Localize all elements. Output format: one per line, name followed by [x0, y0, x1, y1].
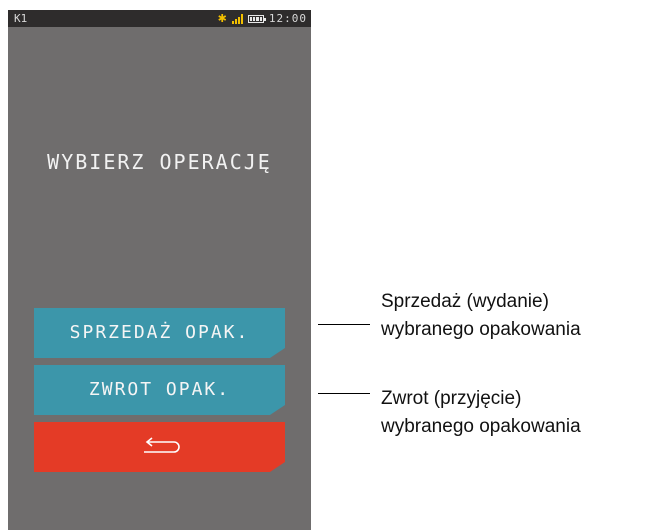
back-button[interactable] — [34, 422, 285, 472]
annotation-sale-line1: Sprzedaż (wydanie) — [381, 291, 549, 312]
signal-icon — [231, 13, 243, 24]
bluetooth-icon: ✱ — [217, 12, 227, 25]
annotation-return-line2: wybranego opakowania — [381, 416, 581, 437]
annotation-sale-line2: wybranego opakowania — [381, 319, 581, 340]
annotation-leader-line — [318, 324, 370, 325]
battery-icon — [247, 14, 266, 23]
return-arrow-icon — [143, 437, 180, 453]
screen-title: WYBIERZ OPERACJĘ — [47, 150, 272, 174]
sale-packaging-button[interactable]: SPRZEDAŻ OPAK. — [34, 308, 285, 358]
annotation-return-line1: Zwrot (przyjęcie) — [381, 388, 522, 409]
annotation-sale: Sprzedaż (wydanie) wybranego opakowania — [381, 288, 581, 344]
status-bar: K1 ✱ 12:00 — [8, 10, 311, 27]
status-icons: ✱ 12:00 — [218, 10, 307, 27]
cashier-label: K1 — [14, 12, 28, 25]
annotation-leader-line — [318, 393, 370, 394]
device-screen: K1 ✱ 12:00 WYBIERZ OPERACJĘ SPRZEDAŻ OPA… — [8, 10, 311, 530]
annotation-return: Zwrot (przyjęcie) wybranego opakowania — [381, 385, 581, 441]
clock: 12:00 — [268, 12, 307, 25]
return-packaging-button[interactable]: ZWROT OPAK. — [34, 365, 285, 415]
